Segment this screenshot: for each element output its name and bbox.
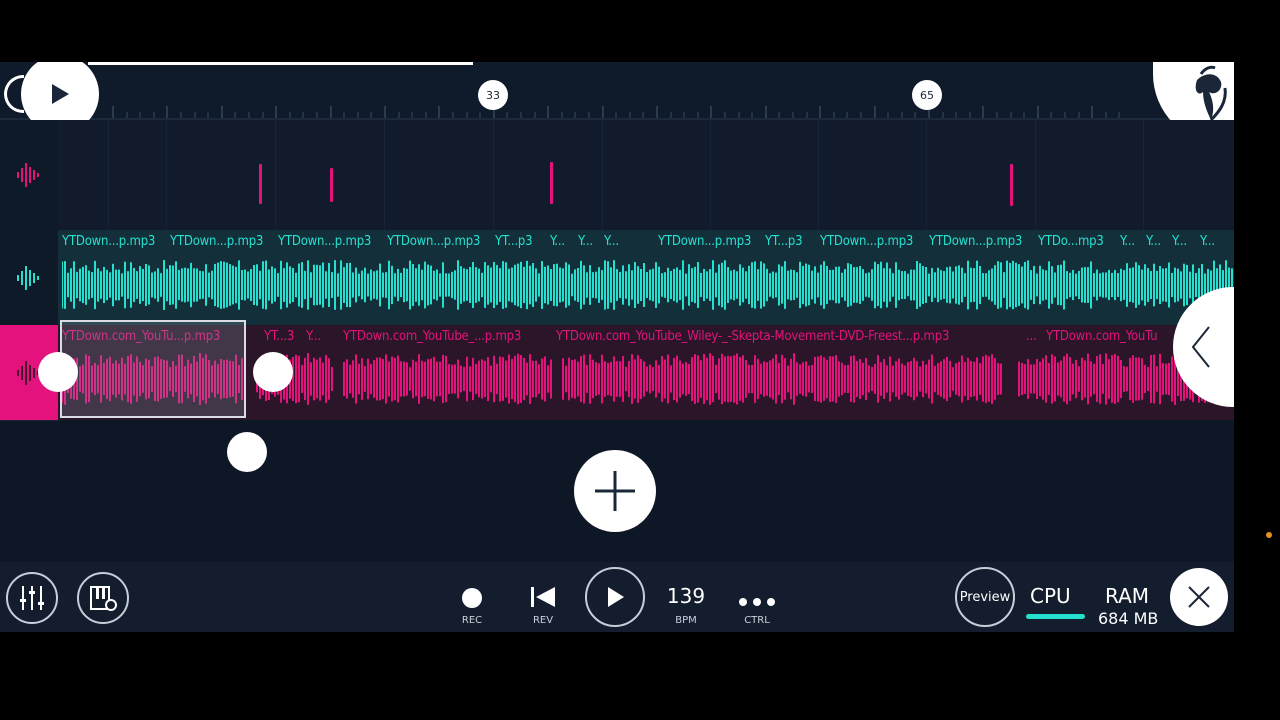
clip-label[interactable]: YTDown...p.mp3: [278, 234, 371, 249]
clip-label[interactable]: YTDown...p.mp3: [658, 234, 751, 249]
ctrl-label: CTRL: [744, 615, 770, 626]
clip-label[interactable]: Y...: [1200, 234, 1215, 249]
timeline-ruler[interactable]: 33 65: [0, 62, 1234, 121]
bar-marker-33[interactable]: 33: [478, 80, 508, 110]
skip-back-icon: [531, 587, 555, 607]
waveform-icon: [17, 163, 39, 187]
close-button[interactable]: [1170, 568, 1228, 626]
clip-label[interactable]: YTDown...p.mp3: [170, 234, 263, 249]
close-icon: [1188, 586, 1210, 608]
ram-value: 684 MB: [1098, 609, 1159, 628]
track-1-header[interactable]: [0, 120, 58, 231]
clip-label[interactable]: YTDown...p.mp3: [62, 234, 155, 249]
bar-marker-65[interactable]: 65: [912, 80, 942, 110]
selection-left-handle[interactable]: [38, 352, 78, 392]
clip-label[interactable]: YTDown...p.mp3: [820, 234, 913, 249]
clip-label[interactable]: Y...: [1172, 234, 1187, 249]
clip-label[interactable]: YTDown...p.mp3: [929, 234, 1022, 249]
bpm-value[interactable]: 139: [661, 584, 711, 608]
selection-right-handle[interactable]: [253, 352, 293, 392]
clip-label[interactable]: ...: [1026, 329, 1037, 344]
mixer-icon: [20, 586, 44, 610]
status-dot: [1266, 532, 1272, 538]
clip-label[interactable]: Y...: [1120, 234, 1135, 249]
transport-toolbar: REC REV 139 BPM CTRL Preview CPU RAM 684…: [0, 562, 1234, 632]
play-icon: [608, 587, 624, 607]
clip-label[interactable]: YTDown...p.mp3: [387, 234, 480, 249]
track-2-waveform: [62, 260, 1233, 310]
rewind-button[interactable]: [530, 586, 556, 612]
cpu-label: CPU: [1030, 584, 1071, 608]
rec-label: REC: [461, 615, 483, 626]
clip-label[interactable]: YTDown.com_YouTube_Wiley-_-Skepta-Moveme…: [556, 329, 949, 344]
clip-label[interactable]: Y...: [550, 234, 565, 249]
track-1-lane[interactable]: [58, 120, 1234, 230]
ram-label: RAM: [1105, 584, 1150, 608]
mixer-button[interactable]: [6, 572, 58, 624]
waveform-icon: [17, 265, 39, 290]
track-1[interactable]: [0, 120, 1234, 231]
ctrl-button[interactable]: [738, 592, 776, 611]
chevron-left-icon: [1191, 326, 1210, 368]
clip-label[interactable]: Y...: [306, 329, 321, 344]
cpu-meter: [1026, 614, 1085, 619]
audio-spike: [330, 168, 333, 202]
arrangement-window: 33 65 YTDown...p.mp3 YTDown...p.mp3 YTDo…: [0, 62, 1234, 632]
piano-settings-button[interactable]: [77, 572, 129, 624]
audio-spike: [550, 162, 553, 204]
audio-spike: [259, 164, 262, 204]
selection-box[interactable]: [60, 320, 246, 418]
add-track-button[interactable]: [574, 450, 656, 532]
track-2-header[interactable]: [0, 230, 58, 326]
play-icon: [52, 84, 69, 104]
track-2-lane[interactable]: YTDown...p.mp3 YTDown...p.mp3 YTDown...p.m…: [58, 230, 1234, 325]
clip-label[interactable]: YTDown.com_YouTube_...p.mp3: [343, 329, 521, 344]
clip-label[interactable]: Y...: [604, 234, 619, 249]
clip-label[interactable]: YTDown.com_YouTu: [1046, 329, 1158, 344]
track-2[interactable]: YTDown...p.mp3 YTDown...p.mp3 YTDown...p.m…: [0, 230, 1234, 326]
clip-label[interactable]: Y...: [578, 234, 593, 249]
more-icon: [739, 598, 775, 606]
preview-button[interactable]: Preview: [955, 567, 1015, 627]
clip-label[interactable]: YTDo...mp3: [1038, 234, 1104, 249]
piano-settings-icon: [90, 586, 117, 611]
rev-label: REV: [532, 615, 554, 626]
record-button[interactable]: [462, 588, 482, 608]
clip-label[interactable]: YT...p3: [495, 234, 533, 249]
transport-play-button[interactable]: [585, 567, 645, 627]
clip-label[interactable]: Y...: [1146, 234, 1161, 249]
clip-label[interactable]: YT...p3: [765, 234, 803, 249]
bpm-label: BPM: [675, 615, 697, 626]
audio-spike: [1010, 164, 1013, 206]
playback-progress: [88, 62, 473, 65]
clip-label[interactable]: YT...3: [264, 329, 294, 344]
plus-icon: [595, 471, 635, 511]
selection-resize-handle[interactable]: [227, 432, 267, 472]
